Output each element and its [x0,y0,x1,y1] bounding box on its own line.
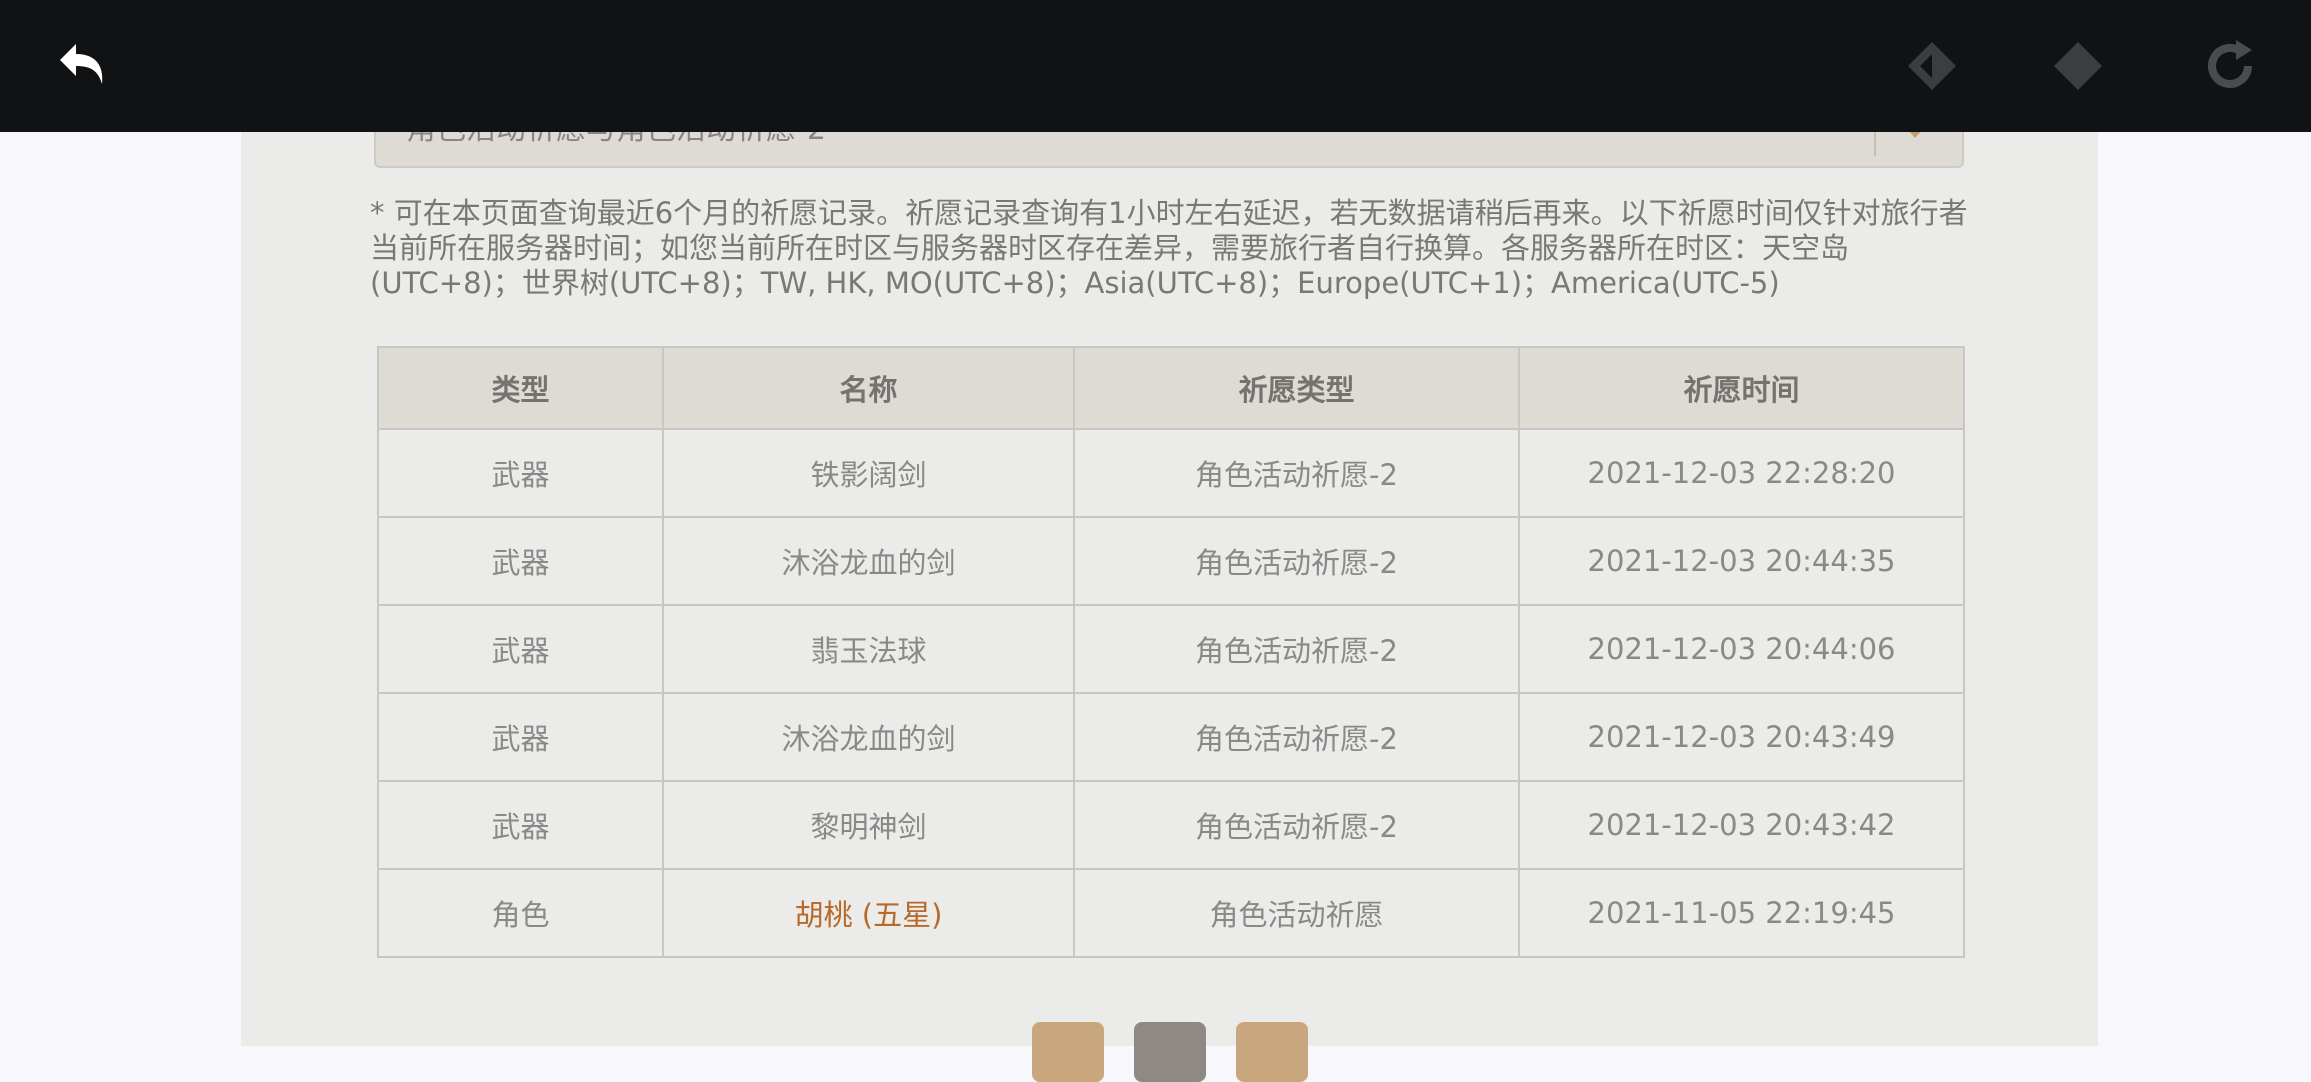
cell-wish-type: 角色活动祈愿-2 [1073,428,1520,518]
cell-wish-type: 角色活动祈愿-2 [1073,516,1520,606]
wish-records-table: 类型 名称 祈愿类型 祈愿时间 武器 铁影阔剑 角色活动祈愿-2 2021-12… [377,346,1965,958]
prev-page-button[interactable] [1032,1022,1104,1082]
next-page-button[interactable] [1236,1022,1308,1082]
header-type: 类型 [377,346,664,430]
cell-time: 2021-12-03 20:43:49 [1518,692,1965,782]
cell-type: 武器 [377,780,664,870]
header-wish-type: 祈愿类型 [1073,346,1520,430]
wish-notice: * 可在本页面查询最近6个月的祈愿记录。祈愿记录查询有1小时左右延迟，若无数据请… [370,196,1968,300]
cell-time: 2021-12-03 20:43:42 [1518,780,1965,870]
refresh-icon [2208,40,2252,88]
pagination [1032,1022,1308,1082]
header-wish-time: 祈愿时间 [1518,346,1965,430]
cell-time: 2021-12-03 20:44:06 [1518,604,1965,694]
table-row: 武器 铁影阔剑 角色活动祈愿-2 2021-12-03 22:28:20 [377,428,1965,518]
cell-wish-type: 角色活动祈愿-2 [1073,604,1520,694]
cell-type: 武器 [377,692,664,782]
cell-time: 2021-11-05 22:19:45 [1518,868,1965,958]
cell-name: 翡玉法球 [662,604,1075,694]
table-row: 武器 黎明神剑 角色活动祈愿-2 2021-12-03 20:43:42 [377,780,1965,870]
current-page-indicator [1134,1022,1206,1082]
nav-next-diamond-icon [2054,42,2102,90]
header-name: 名称 [662,346,1075,430]
next-button[interactable] [2042,30,2114,102]
cell-wish-type: 角色活动祈愿 [1073,868,1520,958]
refresh-button[interactable] [2194,30,2266,102]
back-button[interactable] [48,30,120,102]
back-arrow-icon [60,44,103,84]
cell-time: 2021-12-03 20:44:35 [1518,516,1965,606]
table-row: 角色 胡桃 (五星) 角色活动祈愿 2021-11-05 22:19:45 [377,868,1965,958]
cell-time: 2021-12-03 22:28:20 [1518,428,1965,518]
cell-name: 黎明神剑 [662,780,1075,870]
table-row: 武器 沐浴龙血的剑 角色活动祈愿-2 2021-12-03 20:43:49 [377,692,1965,782]
top-bar [0,0,2311,132]
table-header-row: 类型 名称 祈愿类型 祈愿时间 [377,346,1965,430]
cell-name: 沐浴龙血的剑 [662,516,1075,606]
cell-type: 武器 [377,604,664,694]
cell-wish-type: 角色活动祈愿-2 [1073,692,1520,782]
table-row: 武器 翡玉法球 角色活动祈愿-2 2021-12-03 20:44:06 [377,604,1965,694]
cell-name-five-star: 胡桃 (五星) [662,868,1075,958]
cell-wish-type: 角色活动祈愿-2 [1073,780,1520,870]
prev-button[interactable] [1896,30,1968,102]
cell-type: 角色 [377,868,664,958]
cell-type: 武器 [377,516,664,606]
nav-prev-diamond-icon [1908,42,1956,90]
cell-name: 沐浴龙血的剑 [662,692,1075,782]
table-row: 武器 沐浴龙血的剑 角色活动祈愿-2 2021-12-03 20:44:35 [377,516,1965,606]
cell-type: 武器 [377,428,664,518]
cell-name: 铁影阔剑 [662,428,1075,518]
